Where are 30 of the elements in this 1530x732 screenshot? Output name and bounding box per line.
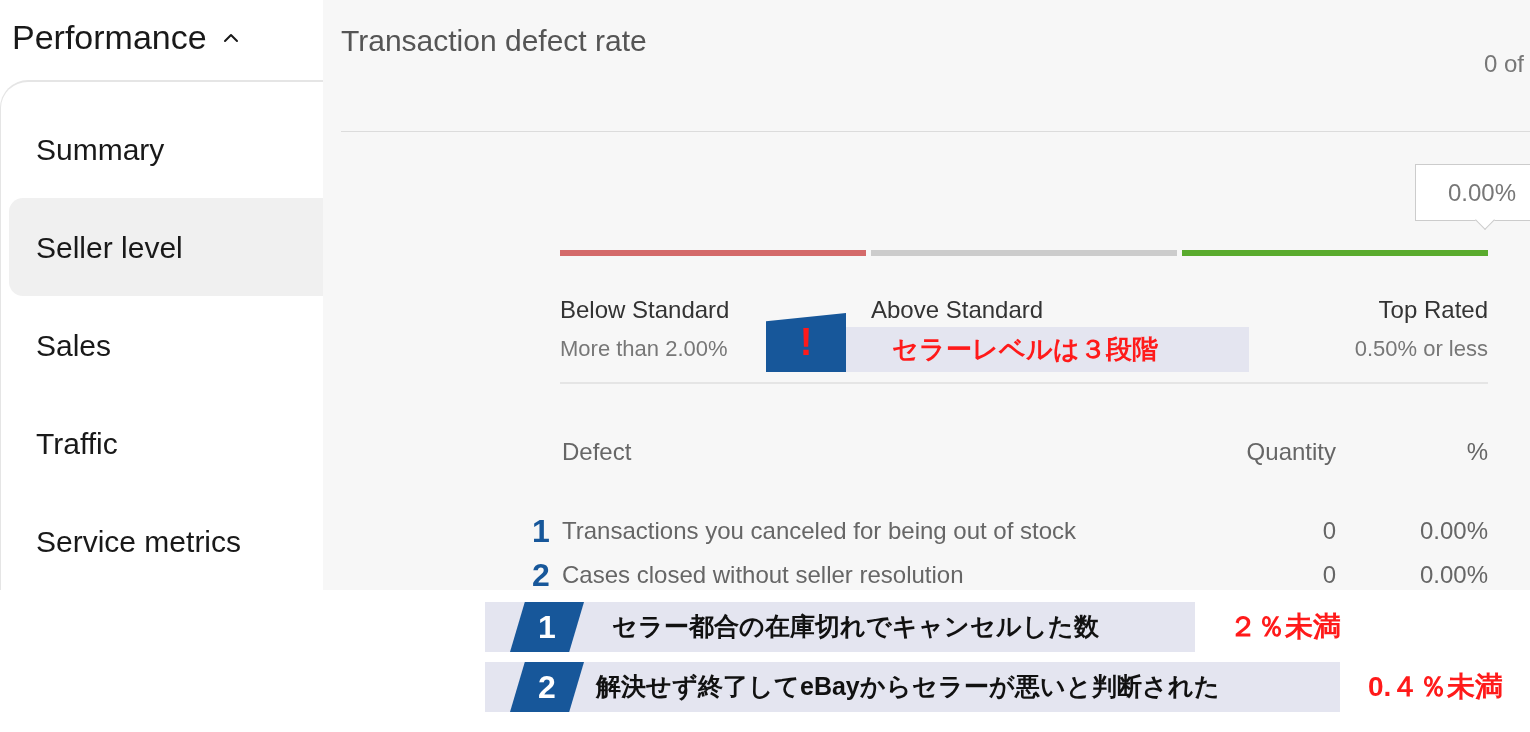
sidebar-item[interactable]: Seller level — [9, 198, 323, 296]
callout-label: セラーレベルは３段階 — [846, 327, 1249, 372]
sidebar-item[interactable]: Service metrics — [9, 492, 323, 590]
table-cell-text: 0 — [1321, 560, 1336, 590]
note-text: 解決せず終了してeBayからセラーが悪いと判断された — [596, 671, 1220, 703]
table-cell-text: Transactions you canceled for being out of stock — [561, 516, 1078, 546]
tier-threshold: More than 2.00% — [560, 335, 728, 363]
note-limit: 0.４％未満 — [1368, 670, 1504, 704]
sidebar-item[interactable]: Sales — [9, 296, 323, 394]
note-text: セラー都合の在庫切れでキャンセルした数 — [612, 611, 1099, 643]
tier-name: Top Rated — [1378, 295, 1488, 325]
table-cell-text: 0.00% — [1418, 516, 1488, 546]
rate-tooltip: 0.00% — [1415, 164, 1530, 230]
section-title: Performance — [12, 17, 207, 58]
table-cell-text: 0.00% — [1418, 560, 1488, 590]
sidebar-item[interactable]: Summary — [9, 100, 323, 198]
defect-count: 0 of — [1483, 49, 1525, 79]
row-marker: 2 — [532, 556, 550, 590]
column-header: % — [1465, 437, 1488, 467]
tier-name: Above Standard — [871, 295, 1044, 325]
column-header: Quantity — [1245, 437, 1336, 467]
tier-name: Below Standard — [560, 295, 730, 325]
sidebar-item[interactable]: Traffic — [9, 394, 323, 492]
table-cell-text: Cases closed without seller resolution — [561, 560, 965, 590]
tier-threshold: 0.50% or less — [1354, 335, 1488, 363]
column-header: Defect — [561, 437, 633, 467]
note-limit: ２％未満 — [1229, 610, 1341, 644]
table-cell-text: 0 — [1321, 516, 1336, 546]
panel-title: Transaction defect rate — [341, 23, 647, 59]
row-marker: 1 — [532, 512, 550, 551]
